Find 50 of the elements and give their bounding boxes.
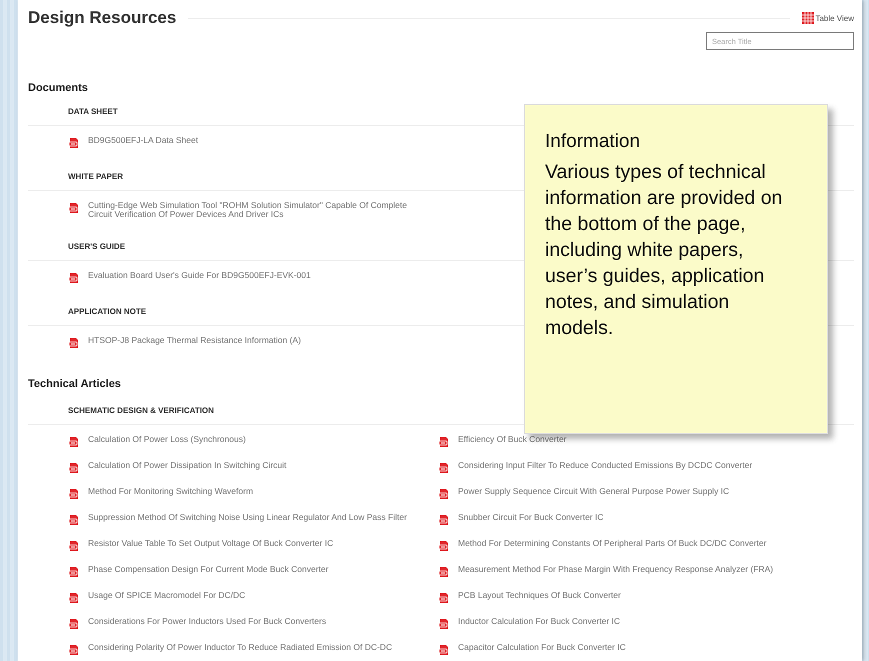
document-icon [438, 514, 450, 526]
document-icon [68, 566, 80, 578]
document-icon [68, 202, 80, 214]
document-icon [68, 540, 80, 552]
document-link[interactable]: Efficiency Of Buck Converter [458, 435, 566, 444]
document-icon [68, 436, 80, 448]
document-icon [438, 618, 450, 630]
section-heading: Documents [28, 82, 89, 95]
document-link[interactable]: Considering Polarity Of Power Inductor To Reduce Radiated Emission Of DC-DC [88, 643, 392, 652]
document-link[interactable]: BD9G500EFJ-LA Data Sheet [88, 136, 198, 145]
document-icon [68, 137, 80, 149]
document-icon [68, 337, 80, 349]
document-link[interactable]: Resistor Value Table To Set Output Voltage Of Buck Converter IC [88, 539, 334, 548]
document-link[interactable]: Evaluation Board User's Guide For BD9G500EFJ-EVK-001 [88, 271, 311, 280]
document-link[interactable]: Inductor Calculation For Buck Converter IC [458, 617, 620, 626]
document-icon [438, 436, 450, 448]
document-link[interactable]: Method For Monitoring Switching Waveform [88, 487, 254, 496]
page-title: Design Resources [28, 8, 176, 28]
document-link[interactable]: HTSOP-J8 Package Thermal Resistance Information (A) [88, 336, 301, 345]
document-icon [68, 592, 80, 604]
document-icon [68, 514, 80, 526]
document-icon [68, 272, 80, 284]
document-link[interactable]: Snubber Circuit For Buck Converter IC [458, 513, 604, 522]
document-link[interactable]: Capacitor Calculation For Buck Converter IC [458, 643, 626, 652]
document-link[interactable]: Measurement Method For Phase Margin With Frequency Response Analyzer (FRA) [458, 565, 774, 574]
document-link[interactable]: Method For Determining Constants Of Peripheral Parts Of Buck DC/DC Converter [458, 539, 766, 548]
document-icon [68, 462, 80, 474]
table-view-button[interactable]: Table View [802, 12, 854, 24]
document-icon [438, 462, 450, 474]
document-icon [68, 618, 80, 630]
document-link[interactable]: Usage Of SPICE Macromodel For DC/DC [88, 591, 246, 600]
document-icon [438, 644, 450, 656]
document-link[interactable]: Calculation Of Power Loss (Synchronous) [88, 435, 246, 444]
document-link[interactable]: PCB Layout Techniques Of Buck Converter [458, 591, 621, 600]
document-icon [68, 488, 80, 500]
note-title: Information [545, 131, 642, 153]
document-icon [438, 488, 450, 500]
document-link[interactable]: Considerations For Power Inductors Used For Buck Converters [88, 617, 326, 626]
document-icon [438, 592, 450, 604]
document-link[interactable]: Power Supply Sequence Circuit With General Purpose Power Supply IC [458, 487, 730, 496]
document-icon [438, 540, 450, 552]
document-link[interactable]: Calculation Of Power Dissipation In Switching Circuit [88, 461, 286, 470]
document-link[interactable]: Considering Input Filter To Reduce Conducted Emissions By DCDC Converter [458, 461, 752, 470]
section-heading: Technical Articles [28, 378, 122, 391]
document-icon [68, 644, 80, 656]
document-link[interactable]: Suppression Method Of Switching Noise Using Linear Regulator And Low Pass Filter [88, 513, 407, 522]
document-link[interactable]: Phase Compensation Design For Current Mode Buck Converter [88, 565, 328, 574]
grid-icon [802, 12, 814, 24]
document-icon [438, 566, 450, 578]
document-link[interactable]: Cutting-Edge Web Simulation Tool "ROHM Solution Simulator" Capable Of Complete Circuit Verification Of Power Devices And Driver ICs [88, 201, 418, 219]
